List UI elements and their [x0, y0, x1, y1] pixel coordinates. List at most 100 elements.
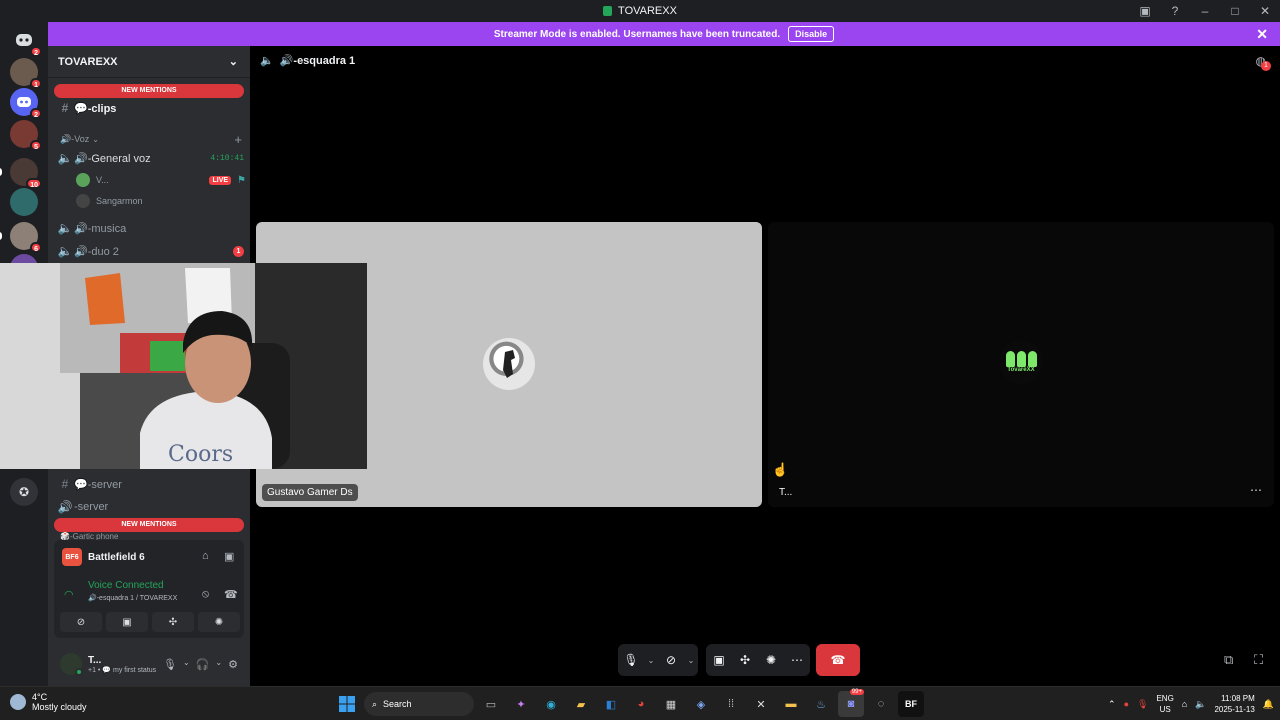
leave-call-button[interactable]: ☎ — [816, 644, 860, 676]
chevron-down-icon[interactable]: ⌄ — [644, 656, 658, 665]
server-icon-c[interactable] — [10, 188, 38, 216]
chrome-icon[interactable]: ◕ — [628, 691, 654, 717]
close-banner-icon[interactable]: ✕ — [1256, 26, 1268, 43]
gartic-category[interactable]: 🎲-Gartic phone — [60, 532, 242, 540]
maximize-button[interactable]: □ — [1220, 0, 1250, 22]
voice-channel-general[interactable]: 🔈 🔊-General voz 4:10:41 — [56, 148, 244, 168]
logo-text: TovareXX — [1007, 367, 1035, 373]
channel-server-text[interactable]: # 💬-server — [56, 474, 244, 494]
speaker-icon: 🔈 — [57, 221, 73, 235]
battlefield-icon[interactable]: BF — [898, 691, 924, 717]
chevron-down-icon[interactable]: ⌄ — [684, 656, 698, 665]
avatar[interactable] — [60, 653, 83, 676]
activity-row[interactable]: BF6 Battlefield 6 — [62, 548, 145, 566]
start-button[interactable] — [334, 691, 360, 717]
taskbar-search[interactable]: ⌕ Search — [364, 692, 474, 716]
inbox-monitor-icon[interactable]: ▣ — [1130, 0, 1160, 22]
activities-button[interactable]: ✣ — [732, 644, 758, 676]
capcut-icon[interactable]: ✕ — [748, 691, 774, 717]
popout-icon[interactable]: ⧉ — [1224, 652, 1233, 668]
camera-off-button[interactable]: ⊘ — [658, 644, 684, 676]
new-mentions-bottom-button[interactable]: NEW MENTIONS — [54, 518, 244, 532]
avatar — [483, 338, 535, 390]
obs-icon[interactable]: ◌ — [868, 691, 894, 717]
channel-server-voice[interactable]: 🔊 -server — [56, 497, 244, 517]
server-badge: 2 — [30, 46, 42, 57]
channel-title: 🔊-esquadra 1 — [279, 55, 356, 67]
server-icon-b[interactable]: 10 — [0, 158, 42, 189]
close-window-button[interactable]: ✕ — [1250, 0, 1280, 22]
noise-suppression-icon[interactable]: ⦸ — [202, 588, 209, 601]
app-grid-icon[interactable]: ⁞⁞ — [718, 691, 744, 717]
weather-widget[interactable]: 4°C Mostly cloudy — [10, 692, 87, 712]
server-icon-dm-1[interactable]: 1 — [10, 58, 42, 89]
activities-button[interactable]: ✣ — [152, 612, 194, 632]
voice-user[interactable]: V... LIVE ⚑ — [76, 170, 246, 190]
help-icon[interactable]: ? — [1160, 0, 1190, 22]
more-options-icon[interactable]: ⋯ — [1250, 483, 1262, 497]
outlook-icon[interactable]: ◧ — [598, 691, 624, 717]
network-icon[interactable]: ⌂ — [1182, 699, 1187, 709]
speaker-icon: 🔈 — [57, 244, 73, 258]
steam-icon[interactable]: ♨ — [808, 691, 834, 717]
discord-logo-icon: ◙ — [847, 698, 855, 710]
clock[interactable]: 11:08 PM 2025-11-13 — [1214, 693, 1254, 715]
voice-channel-path[interactable]: 🔊-esquadra 1 / TOVAREXX — [88, 594, 177, 602]
soundboard-button[interactable]: ✺ — [758, 644, 784, 676]
disconnect-icon[interactable]: ☎ — [224, 588, 238, 601]
app-icon-1[interactable]: ◈ — [688, 691, 714, 717]
microphone-button[interactable]: 🎙 — [618, 644, 644, 676]
more-button[interactable]: ⋯ — [784, 644, 810, 676]
discover-compass-icon[interactable]: ✪ — [10, 478, 38, 506]
participant-tile-self[interactable]: TovareXX T... ⋯ — [768, 222, 1274, 507]
new-mentions-top-button[interactable]: NEW MENTIONS — [54, 84, 244, 98]
channel-label: 🔊-musica — [74, 222, 127, 235]
chevron-down-icon[interactable]: ⌄ — [183, 658, 190, 671]
user-info[interactable]: T... +1 • 💬 my first status — [88, 655, 156, 674]
microphone-icon[interactable]: 🎙 — [1137, 699, 1148, 710]
voice-user[interactable]: Sangarmon — [76, 191, 246, 211]
copilot-icon[interactable]: ✦ — [508, 691, 534, 717]
minimize-button[interactable]: – — [1190, 0, 1220, 22]
server-icon-d[interactable]: 6 — [0, 222, 42, 253]
home-button[interactable]: 2 — [10, 26, 42, 57]
voice-channel-musica[interactable]: 🔈 🔊-musica — [56, 218, 244, 238]
soundboard-button[interactable]: ✺ — [198, 612, 240, 632]
share-screen-button[interactable]: ▣ — [106, 612, 148, 632]
file-explorer-icon[interactable]: ▰ — [568, 691, 594, 717]
gear-icon[interactable]: ⚙ — [228, 658, 238, 671]
store-icon[interactable]: ▦ — [658, 691, 684, 717]
language-indicator[interactable]: ENG US — [1156, 693, 1173, 715]
tray-app-icon[interactable]: ● — [1124, 699, 1129, 709]
screen-share-icon[interactable]: ▣ — [224, 550, 234, 563]
server-icon-a[interactable]: 5 — [10, 120, 42, 151]
edge-icon[interactable]: ◉ — [538, 691, 564, 717]
mouse-cursor-icon: ☝ — [772, 462, 789, 477]
microphone-icon[interactable]: 🎙 — [163, 658, 177, 671]
gamepad-icon[interactable]: ⌂ — [202, 550, 209, 562]
voice-category[interactable]: 🔊-Voz ⌄ + — [60, 132, 242, 147]
voice-channel-duo-2[interactable]: 🔈 🔊-duo 2 1 — [56, 241, 244, 261]
participant-name: T... — [779, 487, 793, 498]
signal-icon[interactable]: ◠ — [64, 588, 74, 601]
camera-off-button[interactable]: ⊘ — [60, 612, 102, 632]
add-channel-icon[interactable]: + — [234, 132, 242, 147]
folder-icon[interactable]: ▬ — [778, 691, 804, 717]
headphones-icon[interactable]: 🎧 — [196, 658, 210, 671]
chevron-down-icon: ⌄ — [92, 135, 99, 144]
chevron-down-icon[interactable]: ⌄ — [215, 658, 222, 671]
task-view-icon[interactable]: ▭ — [478, 691, 504, 717]
disable-streamer-mode-button[interactable]: Disable — [788, 26, 835, 42]
fullscreen-icon[interactable]: ⛶ — [1254, 652, 1263, 668]
chevron-down-icon: ⌄ — [228, 56, 238, 68]
notification-bell-icon[interactable]: 🔔 — [1263, 699, 1274, 710]
discord-taskbar-icon[interactable]: ◙ 99+ — [838, 689, 864, 717]
share-screen-button[interactable]: ▣ — [706, 644, 732, 676]
channel-clips[interactable]: # 💬-clips — [56, 98, 244, 118]
chevron-up-icon[interactable]: ⌃ — [1108, 699, 1116, 710]
live-badge: LIVE — [209, 175, 232, 185]
guild-header[interactable]: TOVAREXX ⌄ — [48, 46, 250, 78]
volume-icon[interactable]: 🔈 — [1195, 699, 1206, 710]
inbox-button[interactable]: ◍ 1 — [1256, 54, 1271, 71]
server-icon-dm-2[interactable]: 2 — [10, 88, 42, 119]
